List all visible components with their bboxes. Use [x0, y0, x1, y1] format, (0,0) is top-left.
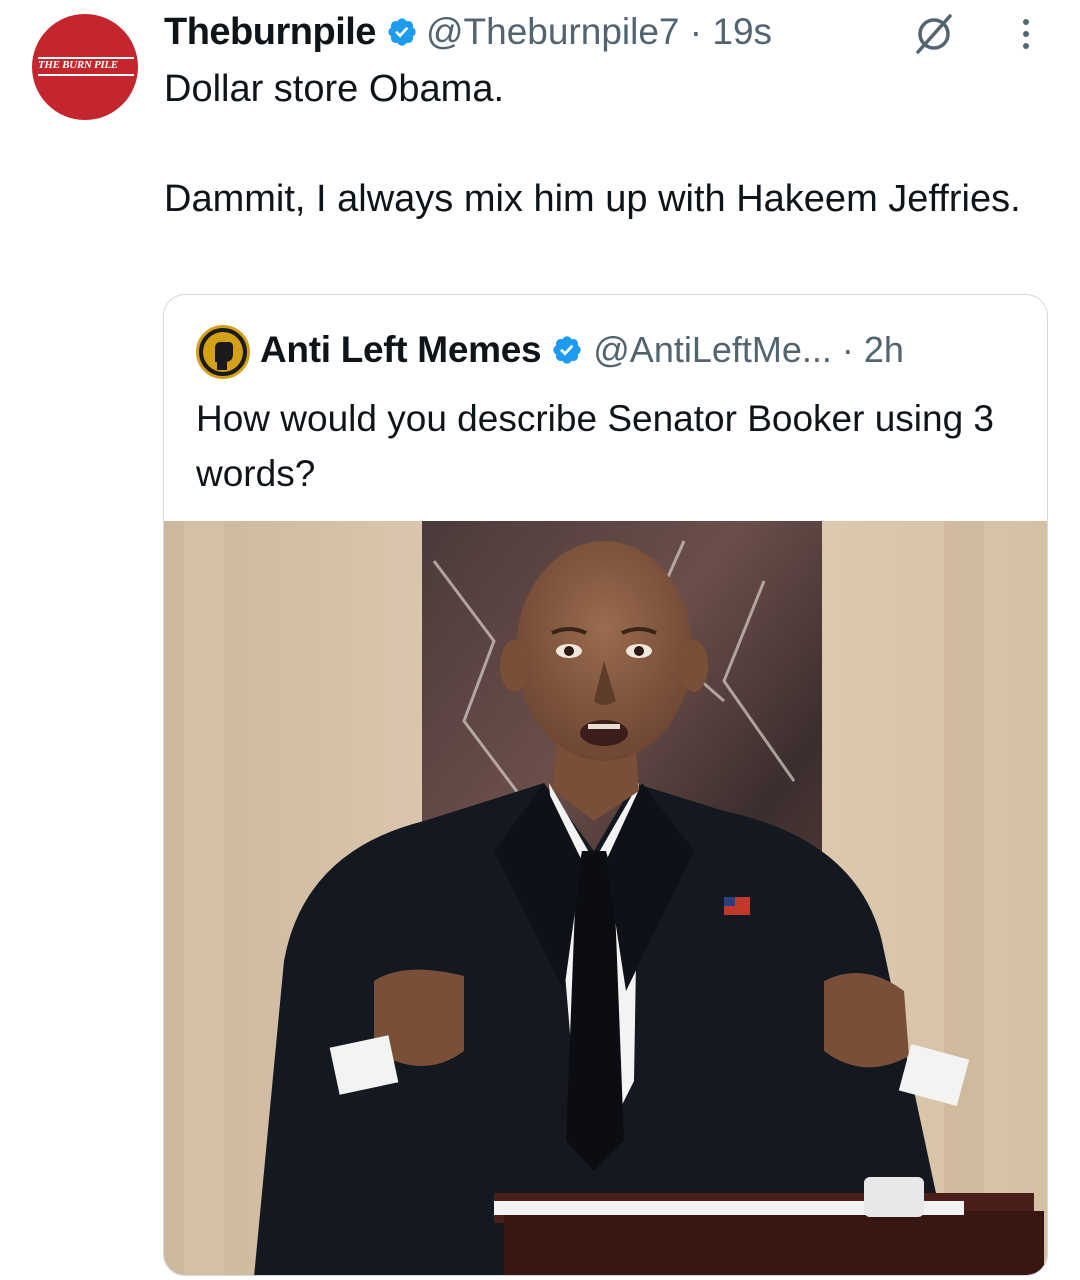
avatar-logo-text: THE BURN PILE: [38, 59, 118, 71]
tweet-body: Dollar store Obama. Dammit, I always mix…: [164, 62, 1044, 227]
quoted-tweet-body: How would you describe Senator Booker us…: [196, 398, 995, 494]
fist-logo-icon: [203, 332, 243, 372]
grok-icon[interactable]: [912, 12, 956, 56]
author-display-name[interactable]: Theburnpile: [164, 11, 376, 54]
quoted-author-name[interactable]: Anti Left Memes: [260, 329, 542, 371]
quoted-tweet-header: Anti Left Memes @AntiLeftMe... · 2h: [260, 323, 1037, 377]
author-handle-time[interactable]: @Theburnpile7 · 19s: [426, 11, 772, 53]
quoted-author-avatar[interactable]: [196, 325, 250, 379]
tweet-body-line: Dollar store Obama.: [164, 68, 505, 110]
quoted-tweet-card[interactable]: Anti Left Memes @AntiLeftMe... · 2h How …: [163, 294, 1048, 1276]
verified-badge-icon[interactable]: [386, 16, 418, 48]
author-avatar[interactable]: THE BURN PILE: [32, 14, 138, 120]
senator-photo-illustration: [164, 521, 1047, 1275]
verified-badge-icon[interactable]: [551, 334, 583, 366]
avatar-rule-bottom: [38, 74, 134, 76]
more-vertical-icon[interactable]: [1016, 16, 1036, 56]
tweet-body-line: Dammit, I always mix him up with Hakeem …: [164, 178, 1021, 220]
quoted-author-handle-time[interactable]: @AntiLeftMe... · 2h: [593, 329, 904, 371]
quoted-tweet-photo[interactable]: [164, 521, 1047, 1275]
